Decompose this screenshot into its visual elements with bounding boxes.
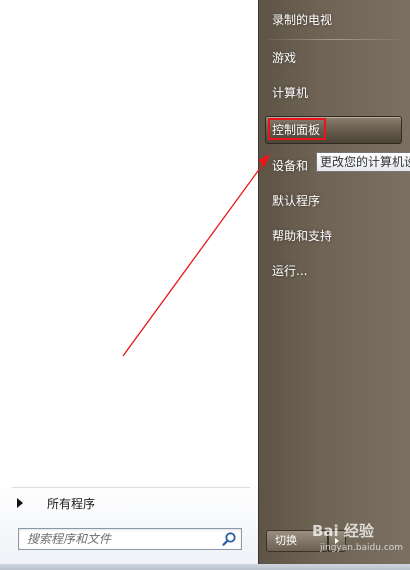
devices-and-printers-item[interactable]: 设备和 (272, 157, 308, 175)
menu-separator (268, 39, 400, 40)
all-programs-item[interactable]: 所有程序 (10, 492, 250, 514)
default-programs-item[interactable]: 默认程序 (272, 192, 320, 210)
left-divider (12, 487, 250, 488)
annotation-highlight-box (268, 118, 326, 140)
control-panel-tooltip: 更改您的计算机设 (316, 152, 410, 172)
run-item[interactable]: 运行... (272, 262, 307, 280)
watermark-logo: Bai 经验 (312, 522, 374, 540)
watermark-url: jingyan.baidu.com (320, 543, 404, 553)
games-item[interactable]: 游戏 (272, 49, 296, 67)
computer-item[interactable]: 计算机 (272, 84, 308, 102)
search-input[interactable] (19, 529, 221, 549)
all-programs-label: 所有程序 (47, 496, 96, 511)
recorded-tv-item[interactable]: 录制的电视 (272, 11, 332, 29)
triangle-right-icon (17, 498, 23, 508)
search-box[interactable] (18, 528, 242, 550)
help-and-support-item[interactable]: 帮助和支持 (272, 227, 332, 245)
taskbar-edge (0, 564, 410, 570)
search-icon[interactable] (221, 531, 237, 547)
